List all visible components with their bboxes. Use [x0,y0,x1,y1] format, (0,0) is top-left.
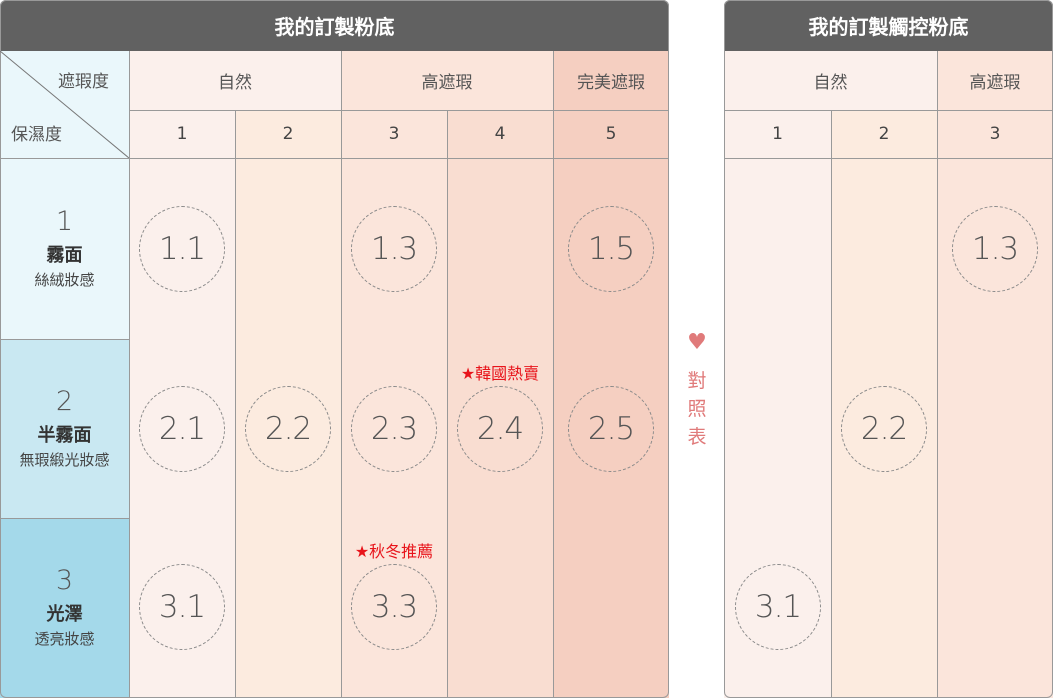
touch-shade-circle-2-2[interactable]: 2.2 [841,386,927,472]
right-table-title: 我的訂製觸控粉底 [724,0,1053,51]
row-label-semi-matte: 2 半霧面 無瑕緞光妝感 [0,339,129,518]
shade-circle-3-3[interactable]: 3.3 [351,564,437,650]
right-group-high-concealer: 高遮瑕 [969,73,1021,93]
shade-circle-1-3[interactable]: 1.3 [351,206,437,292]
shade-circle-3-1[interactable]: 3.1 [139,564,225,650]
column-number: 1 [772,124,783,144]
grid-line [724,158,1053,159]
row-subtitle: 透亮妝感 [34,630,95,648]
row-subtitle: 無瑕緞光妝感 [19,450,110,469]
left-table-title: 我的訂製粉底 [0,0,669,51]
column-number: 5 [605,124,617,144]
comparison-char: 照 [687,398,707,420]
shade-circle-2-1[interactable]: 2.1 [139,386,225,472]
row-number: 2 [55,385,74,417]
grid-line [447,110,448,698]
comparison-char: 表 [687,426,707,448]
row-title: 霧面 [46,244,83,266]
row-number: 1 [55,205,74,237]
grid-line [831,110,832,698]
shade-circle-2-4[interactable]: 2.4 [457,386,543,472]
shade-circle-2-5[interactable]: 2.5 [568,386,654,472]
corner-label-moisture: 保濕度 [11,125,62,145]
corner-label-concealer: 遮瑕度 [58,72,109,92]
row-label-glow: 3 光澤 透亮妝感 [0,518,129,698]
row-title: 半霧面 [37,424,92,446]
row-label-matte: 1 霧面 絲絨妝感 [0,158,129,339]
column-number: 3 [388,124,400,144]
shade-circle-2-3[interactable]: 2.3 [351,386,437,472]
comparison-char: 對 [687,370,707,392]
column-number: 1 [176,124,188,144]
shade-circle-2-2[interactable]: 2.2 [245,386,331,472]
column-number: 2 [282,124,294,144]
badge-autumn-winter-pick: ★秋冬推薦 [354,542,434,561]
row-subtitle: 絲絨妝感 [34,270,95,289]
group-perfect-concealer: 完美遮瑕 [577,73,645,93]
touch-shade-circle-3-1[interactable]: 3.1 [735,564,821,650]
row-number: 3 [55,565,74,596]
touch-shade-circle-1-3[interactable]: 1.3 [952,206,1038,292]
group-natural: 自然 [218,73,252,93]
shade-circle-1-1[interactable]: 1.1 [139,206,225,292]
column-number: 4 [494,124,506,144]
badge-korea-bestseller: ★韓國熱賣 [460,364,540,383]
shade-circle-1-5[interactable]: 1.5 [568,206,654,292]
heart-icon: ♥ [687,330,707,355]
grid-line [235,110,236,698]
group-high-concealer: 高遮瑕 [421,73,473,93]
right-group-natural: 自然 [813,73,848,93]
row-title: 光澤 [46,604,83,625]
column-number: 2 [878,124,890,144]
column-number: 3 [989,124,1001,144]
